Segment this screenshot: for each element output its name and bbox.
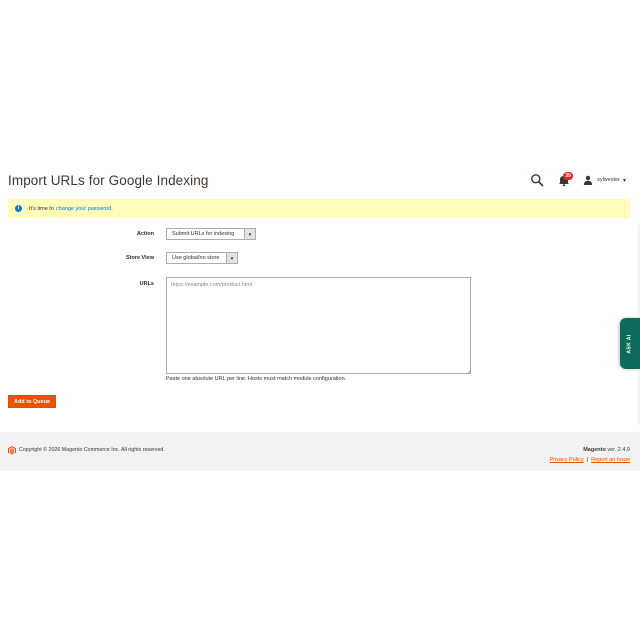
caret-down-icon: ▾ (622, 177, 626, 184)
info-icon: i (15, 205, 22, 212)
footer-links: Privacy Policy | Report an Issue (550, 457, 631, 463)
urls-label: URLs (139, 281, 154, 287)
chevron-down-icon: ▼ (226, 253, 237, 263)
add-to-queue-button[interactable]: Add to Queue (8, 395, 56, 408)
magento-logo-icon (8, 446, 16, 455)
store-view-label: Store View (125, 255, 154, 261)
store-view-select[interactable]: Use global/no store ▼ (166, 252, 238, 264)
privacy-policy-link[interactable]: Privacy Policy (550, 457, 584, 463)
store-view-selected-value: Use global/no store (172, 255, 220, 261)
password-notice: i It's time to change your password . (8, 199, 630, 218)
user-menu[interactable]: sylwester ▾ (583, 175, 626, 185)
urls-field-note: Paste one absolute URL per line. Hosts m… (166, 376, 347, 382)
footer-brand: Magento (583, 447, 606, 453)
notice-text: It's time to (29, 205, 54, 212)
change-password-link[interactable]: change your password (56, 206, 111, 212)
page-title: Import URLs for Google Indexing (8, 173, 209, 188)
page: Import URLs for Google Indexing 39 sylwe… (0, 0, 640, 640)
footer-version-number: ver. 2.4.9 (607, 447, 630, 453)
ask-ai-label: ASK AI (626, 333, 633, 354)
search-icon[interactable] (530, 173, 544, 187)
footer: Copyright © 2026 Magento Commerce Inc. A… (0, 432, 640, 471)
notifications-button[interactable]: 39 (557, 172, 574, 187)
footer-version: Magento ver. 2.4.9 (583, 447, 630, 453)
urls-textarea[interactable] (166, 277, 471, 374)
chevron-down-icon: ▼ (244, 229, 255, 239)
footer-copyright: Copyright © 2026 Magento Commerce Inc. A… (19, 447, 165, 453)
footer-separator: | (586, 457, 589, 463)
user-icon (583, 175, 593, 185)
user-name: sylwester (597, 177, 620, 183)
action-selected-value: Submit URLs for indexing (172, 231, 235, 237)
action-select[interactable]: Submit URLs for indexing ▼ (166, 228, 256, 240)
ask-ai-tab[interactable]: ASK AI (620, 318, 640, 369)
notice-suffix: . (111, 205, 113, 212)
report-issue-link[interactable]: Report an Issue (591, 457, 630, 463)
action-label: Action (136, 231, 154, 237)
resize-handle-icon[interactable] (466, 369, 471, 374)
header-actions: 39 sylwester ▾ (530, 172, 626, 188)
notification-count-badge: 39 (563, 172, 574, 180)
